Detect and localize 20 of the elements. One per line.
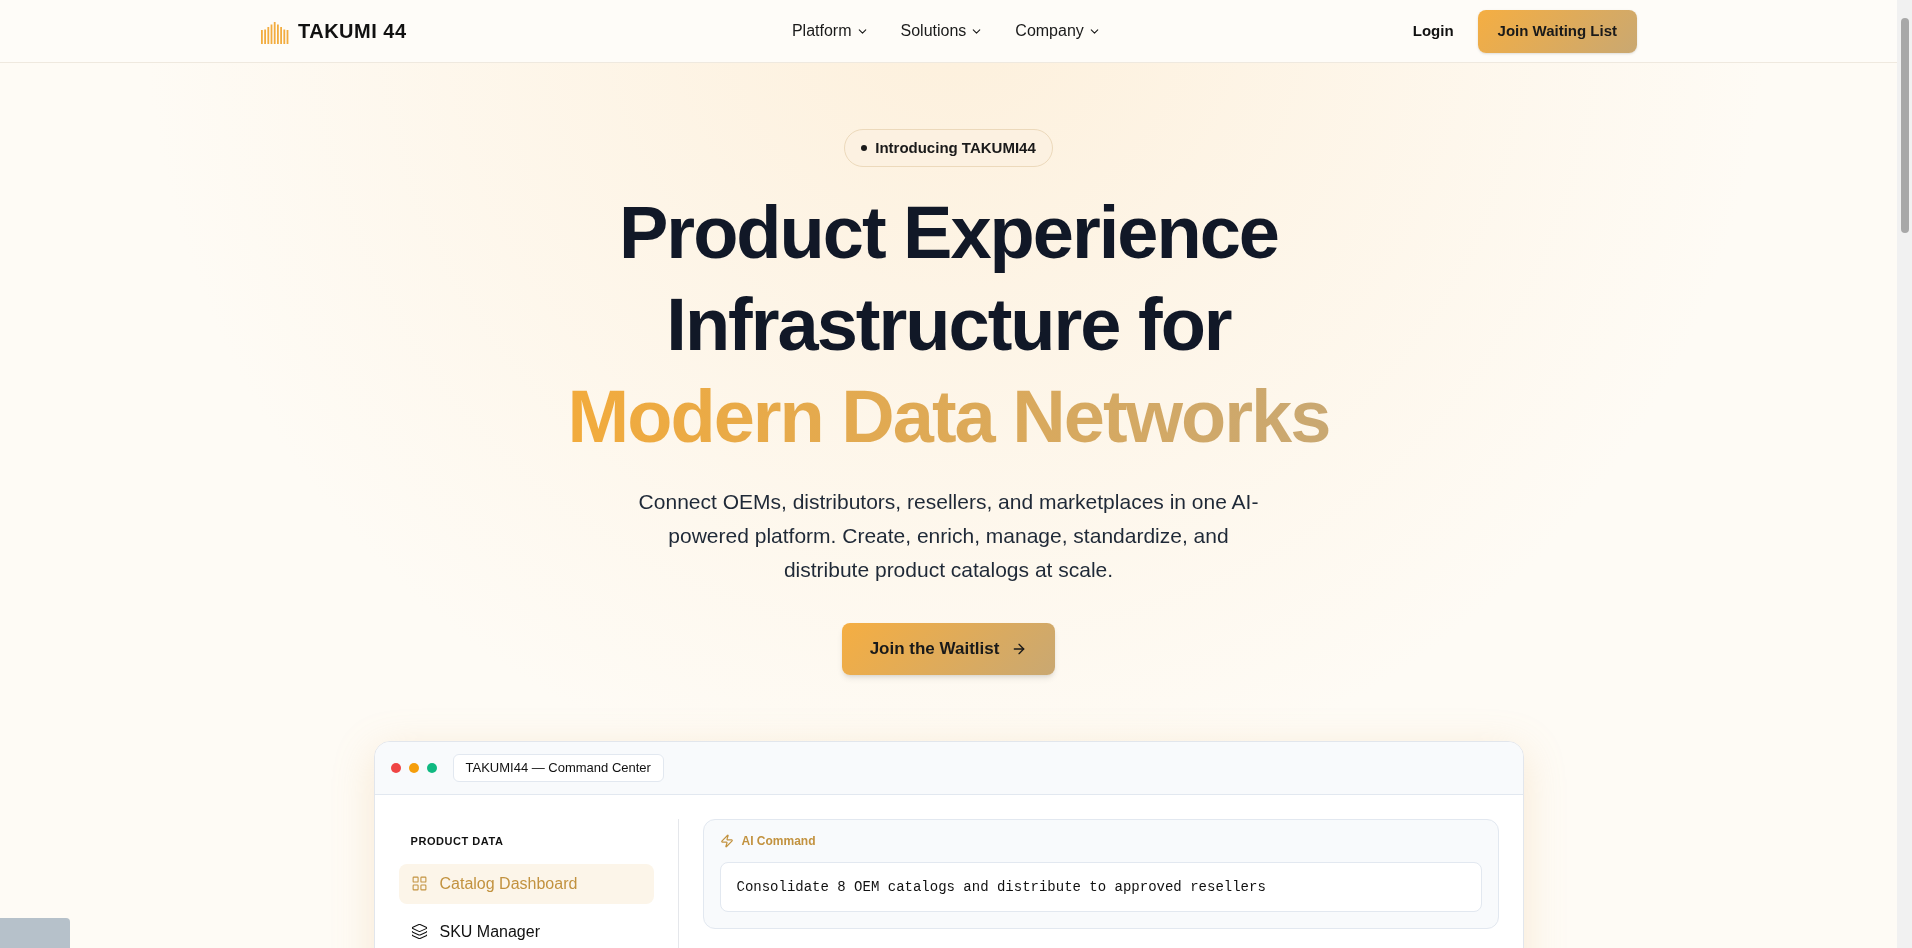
grid-icon <box>410 875 428 892</box>
nav-menu[interactable]: Company <box>1015 19 1101 43</box>
join-waiting-list-button[interactable]: Join Waiting List <box>1477 9 1637 53</box>
sidebar-item[interactable]: SKU Manager <box>398 911 654 948</box>
command-input-field[interactable]: Consolidate 8 OEM catalogs and distribute to approved resellers <box>719 862 1482 912</box>
headline: Product Experience <box>619 190 1278 276</box>
sidebar-heading: PRODUCT DATA <box>409 834 505 849</box>
intro-badge: Introducing TAKUMI44 <box>844 129 1053 167</box>
panel-label: AI Command <box>741 833 816 850</box>
bullet-icon <box>861 145 868 151</box>
nav-menu[interactable]: Solutions <box>900 19 984 43</box>
nav-menu[interactable]: Platform <box>791 19 869 43</box>
headline: Infrastructure for <box>666 282 1231 368</box>
join-waitlist-button[interactable]: Join the Waitlist <box>841 623 1056 675</box>
lightning-icon <box>719 834 734 848</box>
layers-icon <box>410 923 428 940</box>
login-link[interactable]: Login <box>1412 19 1454 43</box>
hero-description: Connect OEMs, distributors, resellers, and marketplaces in one AI-powered platform. Create, enrich, manage, standardize, and distribute product catalogs at scale. <box>637 489 1260 583</box>
window-title: TAKUMI44 — Command Center <box>452 754 664 782</box>
brand-name: TAKUMI 44 <box>298 19 407 44</box>
